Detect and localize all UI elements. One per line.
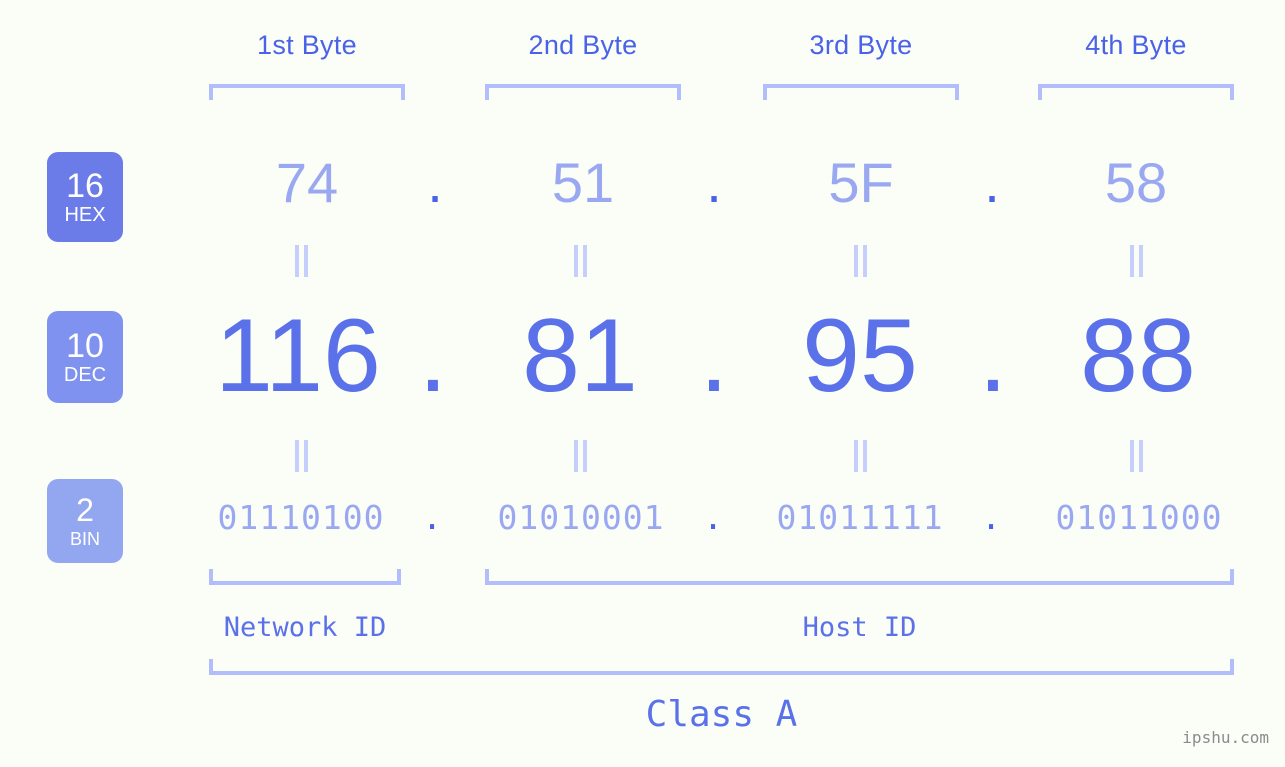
byte-header-2: 2nd Byte [528,30,638,60]
site-watermark: ipshu.com [1182,728,1269,747]
base-badge-dec: 10 DEC [47,311,123,403]
class-label: Class A [645,694,798,735]
equals-separator-hex-dec-1 [290,245,312,277]
hex-separator-2: . [706,151,722,214]
equals-separator-dec-bin-2 [569,440,591,472]
equals-separator-hex-dec-4 [1125,245,1147,277]
host-id-label: Host ID [802,612,917,643]
base-badge-hex: 16 HEX [47,152,123,242]
network-id-label: Network ID [223,612,387,643]
dec-byte-4: 88 [1080,298,1196,414]
bin-separator-2: . [703,498,723,537]
base-badge-dec-number: 10 [66,326,104,365]
hex-byte-4: 58 [1104,151,1168,214]
bin-byte-4: 01011000 [1055,498,1223,537]
hex-separator-1: . [427,151,443,214]
class-bracket [209,659,1234,675]
byte-bracket-1 [209,84,405,100]
equals-separator-hex-dec-2 [569,245,591,277]
hex-byte-1: 74 [275,151,339,214]
base-badge-bin-number: 2 [76,491,94,528]
byte-header-1: 1st Byte [257,30,357,60]
base-badge-bin: 2 BIN [47,479,123,563]
base-badge-dec-name: DEC [63,363,107,386]
byte-bracket-2 [485,84,681,100]
dec-separator-2: . [699,298,729,414]
byte-header-3: 3rd Byte [809,30,913,60]
bin-separator-1: . [422,498,442,537]
hex-byte-3: 5F [828,151,894,214]
bin-separator-3: . [981,498,1001,537]
bin-byte-2: 01010001 [497,498,665,537]
byte-header-4: 4th Byte [1085,30,1187,60]
network-id-bracket [209,569,401,585]
hex-separator-3: . [984,151,1000,214]
dec-separator-3: . [978,298,1008,414]
dec-byte-2: 81 [522,298,638,414]
dec-byte-3: 95 [802,298,918,414]
bin-byte-1: 01110100 [217,498,385,537]
byte-bracket-3 [763,84,959,100]
base-badge-hex-number: 16 [66,166,104,205]
equals-separator-hex-dec-3 [849,245,871,277]
host-id-bracket [485,569,1234,585]
equals-separator-dec-bin-1 [290,440,312,472]
base-badge-hex-name: HEX [64,203,106,226]
bin-byte-3: 01011111 [776,498,944,537]
equals-separator-dec-bin-4 [1125,440,1147,472]
equals-separator-dec-bin-3 [849,440,871,472]
hex-byte-2: 51 [551,151,615,214]
base-badge-bin-name: BIN [69,528,100,549]
byte-bracket-4 [1038,84,1234,100]
ip-breakdown-diagram: 1st Byte 2nd Byte 3rd Byte 4th Byte 16 H… [0,0,1285,767]
dec-byte-1: 116 [215,298,381,414]
dec-separator-1: . [418,298,448,414]
